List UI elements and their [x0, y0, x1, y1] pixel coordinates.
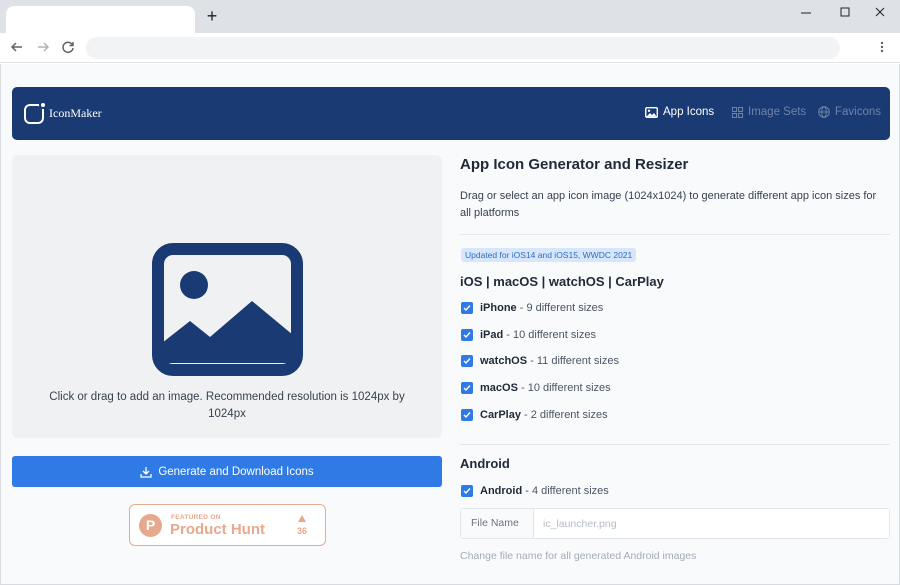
file-name-input[interactable] — [534, 509, 889, 538]
android-heading: Android — [460, 456, 510, 471]
watchos-checkbox[interactable]: watchOS - 11 different sizes — [461, 355, 619, 367]
option-name: CarPlay — [480, 409, 521, 421]
update-badge: Updated for iOS14 and iOS15, WWDC 2021 — [461, 248, 637, 262]
grid-icon — [732, 106, 743, 118]
file-name-label: File Name — [461, 509, 534, 538]
iphone-checkbox[interactable]: iPhone - 9 different sizes — [461, 302, 603, 314]
nav-app-icons-label: App Icons — [663, 106, 715, 118]
android-checkbox[interactable]: Android - 4 different sizes — [461, 485, 609, 497]
option-detail: - 10 different sizes — [517, 382, 611, 394]
back-arrow-icon[interactable] — [9, 39, 25, 55]
minimize-icon[interactable] — [796, 5, 816, 21]
product-hunt-votes: 36 — [296, 526, 307, 536]
app-header: IconMaker App Icons Image Sets Favicons — [12, 87, 890, 140]
nav-favicons-label: Favicons — [835, 106, 882, 118]
product-hunt-logo-icon: P — [139, 514, 162, 537]
option-detail: - 10 different sizes — [503, 329, 596, 341]
page-title: App Icon Generator and Resizer — [460, 156, 689, 173]
maximize-icon[interactable] — [835, 5, 855, 21]
dropzone-instructions: Click or drag to add an image. Recommend… — [49, 391, 405, 420]
product-hunt-featured-label: FEATURED ON — [171, 514, 221, 521]
file-name-input-group: File Name — [460, 508, 890, 539]
upvote-arrow-icon — [298, 515, 306, 522]
macos-checkbox[interactable]: macOS - 10 different sizes — [461, 382, 611, 394]
option-detail: - 4 different sizes — [522, 485, 609, 497]
file-name-help-text: Change file name for all generated Andro… — [460, 550, 697, 562]
image-dropzone[interactable]: Click or drag to add an image. Recommend… — [12, 155, 442, 438]
more-menu-icon[interactable] — [874, 39, 890, 55]
checkbox-checked-icon[interactable] — [461, 355, 473, 367]
page: IconMaker App Icons Image Sets Favicons … — [0, 64, 900, 585]
checkbox-checked-icon[interactable] — [461, 329, 473, 341]
option-detail: - 2 different sizes — [520, 409, 608, 421]
apple-platforms-heading: iOS | macOS | watchOS | CarPlay — [460, 274, 664, 289]
nav-image-sets-label: Image Sets — [748, 106, 807, 118]
divider — [460, 444, 890, 445]
checkbox-checked-icon[interactable] — [461, 382, 473, 394]
browser-toolbar — [0, 33, 900, 63]
option-name: iPad — [480, 329, 504, 341]
image-icon — [645, 106, 658, 118]
globe-icon — [818, 106, 830, 118]
new-tab-icon[interactable]: + — [203, 7, 221, 25]
brand-name[interactable]: IconMaker — [49, 106, 102, 121]
app-logo-icon[interactable] — [24, 101, 47, 124]
option-name: iPhone — [480, 302, 517, 314]
checkbox-checked-icon[interactable] — [461, 409, 473, 421]
option-detail: - 9 different sizes — [516, 302, 604, 314]
option-name: macOS — [480, 382, 518, 394]
nav-image-sets[interactable]: Image Sets — [732, 106, 806, 118]
checkbox-checked-icon[interactable] — [461, 485, 473, 497]
browser-tab[interactable] — [6, 6, 195, 33]
option-name: Android — [480, 485, 523, 497]
checkbox-checked-icon[interactable] — [461, 302, 473, 314]
divider — [460, 234, 890, 235]
option-name: watchOS — [480, 355, 528, 367]
ipad-checkbox[interactable]: iPad - 10 different sizes — [461, 329, 596, 341]
image-placeholder-icon — [152, 243, 303, 376]
generate-download-button[interactable]: Generate and Download Icons — [12, 456, 442, 487]
reload-icon[interactable] — [60, 39, 76, 55]
nav-favicons[interactable]: Favicons — [818, 106, 881, 118]
forward-arrow-icon[interactable] — [35, 39, 51, 55]
generate-button-label: Generate and Download Icons — [158, 465, 314, 478]
browser-tab-bar: + — [0, 0, 900, 33]
address-bar[interactable] — [86, 37, 840, 59]
nav-app-icons[interactable]: App Icons — [645, 106, 714, 118]
carplay-checkbox[interactable]: CarPlay - 2 different sizes — [461, 409, 608, 421]
product-hunt-badge[interactable]: P FEATURED ON Product Hunt 36 — [129, 504, 326, 546]
page-description: Drag or select an app icon image (1024x1… — [460, 190, 877, 219]
product-hunt-name: Product Hunt — [170, 521, 265, 538]
option-detail: - 11 different sizes — [527, 355, 619, 367]
close-icon[interactable] — [870, 5, 890, 21]
download-icon — [140, 466, 152, 478]
